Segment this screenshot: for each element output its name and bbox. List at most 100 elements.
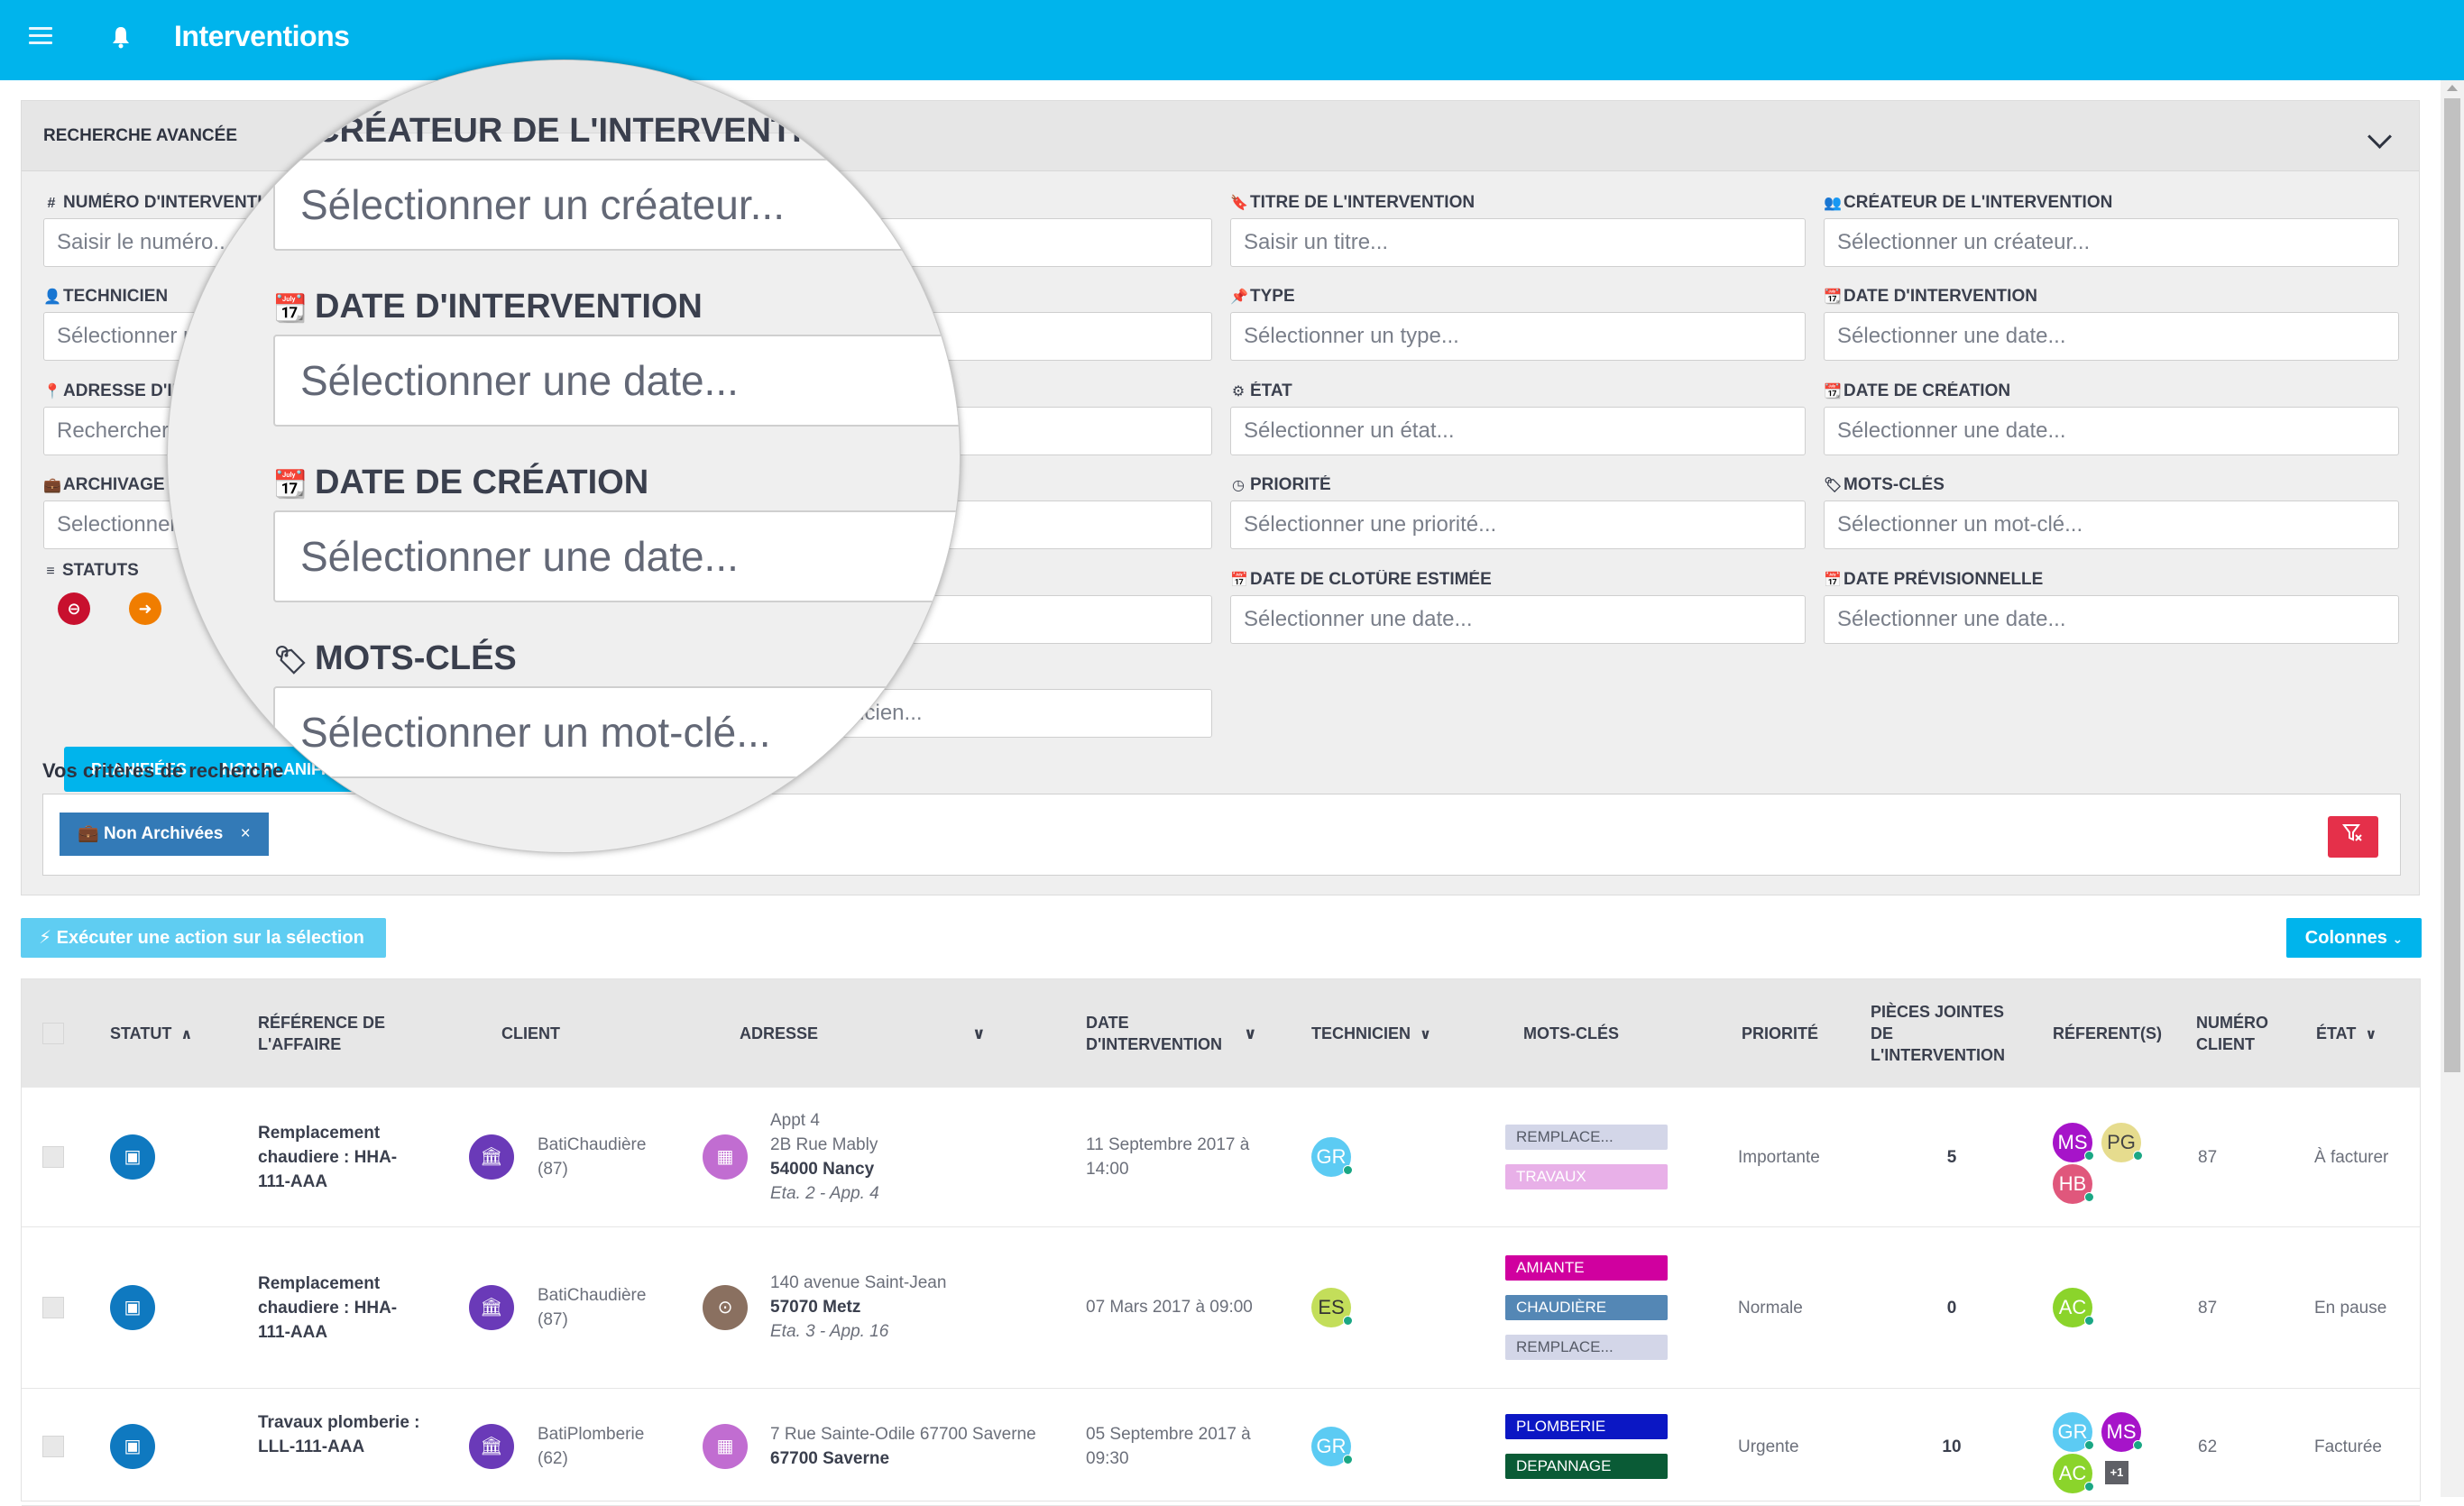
col-technicien[interactable]: TECHNICIEN ∨	[1311, 1023, 1431, 1046]
chevron-down-icon[interactable]	[2367, 124, 2392, 149]
status-in-progress-button[interactable]: ➜	[129, 592, 161, 625]
columns-button[interactable]: Colonnes ⌄	[2286, 918, 2422, 958]
createur-icon: 👥	[1824, 196, 1842, 211]
technicien-sort-icon[interactable]: ∨	[1420, 1027, 1431, 1042]
referent-avatar[interactable]: AC	[2053, 1454, 2094, 1493]
col-etat[interactable]: ÉTAT ∨	[2316, 1023, 2377, 1046]
status-blocked-button[interactable]: ⊖	[58, 592, 90, 625]
field-previsionnelle: 📅 DATE PRÉVISIONNELLE Sélectionner une da…	[1824, 570, 2399, 644]
chip-remove-icon[interactable]: ×	[241, 824, 251, 843]
bulk-action-button[interactable]: ⚡ Exécuter une action sur la sélection	[21, 918, 386, 958]
table-row[interactable]: ▣ Remplacement chaudiere : HHA-111-AAA 🏛 Ba…	[22, 1088, 2420, 1227]
field-cloture: 📅 DATE DE CLOTÛRE ESTIMÉE Sélectionner un…	[1230, 570, 1806, 644]
row-reference[interactable]: Remplacement chaudiere : HHA-111-AAA	[258, 1274, 397, 1342]
page-scrollbar[interactable]	[2441, 80, 2464, 1497]
calendar-status-icon: ▣	[110, 1134, 155, 1180]
select-all-checkbox[interactable]	[42, 1023, 64, 1044]
row-reference[interactable]: Travaux plomberie : LLL-111-AAA	[258, 1413, 420, 1456]
building-bank-icon: 🏛	[469, 1134, 514, 1180]
page-title: Interventions	[174, 20, 350, 52]
magnified-field: 🏷 MOTS-CLÉS Sélectionner un mot-clé...	[273, 638, 960, 778]
table-row[interactable]: ▣ Remplacement chaudiere : HHA-111-AAA 🏛 Ba…	[22, 1226, 2420, 1389]
col-reference[interactable]: RÉFÉRENCE DE L'AFFAIRE	[258, 1012, 393, 1055]
adresse-sort-icon[interactable]: ∨	[972, 1023, 986, 1044]
magnified-field-input[interactable]: Sélectionner un créateur...	[273, 159, 960, 251]
magnified-field-input[interactable]: Sélectionner une date...	[273, 510, 960, 602]
hamburger-icon[interactable]	[29, 27, 52, 45]
row-reference[interactable]: Remplacement chaudiere : HHA-111-AAA	[258, 1124, 397, 1191]
calendar-status-icon: ▣	[110, 1424, 155, 1469]
sort-asc-icon[interactable]: ∧	[180, 1027, 192, 1042]
priorite-input[interactable]: Sélectionner une priorité...	[1230, 500, 1806, 549]
date-intervention-input[interactable]: Sélectionner une date...	[1824, 312, 2399, 361]
col-mots-cles[interactable]: MOTS-CLÉS	[1523, 1023, 1619, 1044]
field-priorite: ◷ PRIORITÉ Sélectionner une priorité...	[1230, 475, 1806, 549]
row-client-name[interactable]: BatiPlomberie	[538, 1422, 644, 1446]
col-adresse[interactable]: ADRESSE	[740, 1023, 818, 1044]
row-state: À facturer	[2314, 1148, 2389, 1167]
row-checkbox[interactable]	[42, 1296, 64, 1318]
technicien-icon: 👤	[43, 289, 61, 305]
field-date-intervention: 📆 DATE D'INTERVENTION Sélectionner une da…	[1824, 287, 2399, 361]
date-creation-input[interactable]: Sélectionner une date...	[1824, 407, 2399, 455]
clear-filters-button[interactable]	[2328, 816, 2378, 858]
field-label: CRÉATEUR DE L'INTERVENTION	[1843, 193, 2113, 212]
referent-avatar[interactable]: GR	[2053, 1412, 2094, 1452]
row-client-name[interactable]: BatiChaudière	[538, 1133, 646, 1157]
col-referents[interactable]: RÉFERENT(S)	[2053, 1023, 2162, 1044]
etat-sort-icon[interactable]: ∨	[2365, 1027, 2377, 1042]
map-pin-icon: ⊙	[703, 1284, 748, 1330]
row-date: 05 Septembre 2017 à 09:30	[1086, 1425, 1251, 1468]
magnifier-overlay: 👥 CRÉATEUR DE L'INTERVENTION Sélectionner…	[167, 60, 961, 853]
referent-avatar[interactable]: AC	[2053, 1287, 2094, 1327]
row-attachments: 5	[1946, 1148, 1957, 1167]
col-date[interactable]: DATE D'INTERVENTION	[1086, 1012, 1230, 1055]
more-referents-badge[interactable]: +1	[2105, 1461, 2128, 1484]
row-checkbox[interactable]	[42, 1436, 64, 1457]
list-icon: ≡	[46, 564, 55, 579]
apartment-icon: ▦	[703, 1134, 748, 1180]
row-state: Facturée	[2314, 1437, 2382, 1456]
magnified-field-input[interactable]: Sélectionner une date...	[273, 335, 960, 427]
magnified-field-icon: 👥	[273, 118, 308, 148]
criteria-chip[interactable]: 💼 Non Archivées ×	[60, 813, 269, 856]
field-label: DATE DE CRÉATION	[1843, 381, 2011, 400]
row-address: 140 avenue Saint-Jean 57070 Metz Eta. 3 - …	[770, 1271, 946, 1344]
type-input[interactable]: Sélectionner un type...	[1230, 312, 1806, 361]
field-label: DATE PRÉVISIONNELLE	[1843, 570, 2044, 589]
magnified-field: 👥 CRÉATEUR DE L'INTERVENTION Sélectionner…	[273, 110, 960, 251]
bell-icon[interactable]	[112, 25, 130, 49]
referent-avatar[interactable]: MS	[2101, 1412, 2143, 1452]
etat-input[interactable]: Sélectionner un état...	[1230, 407, 1806, 455]
columns-label: Colonnes	[2304, 928, 2387, 948]
mots-cles-input[interactable]: Sélectionner un mot-clé...	[1824, 500, 2399, 549]
technician-avatar[interactable]: GR	[1311, 1427, 1353, 1466]
address-city: 54000 Nancy	[770, 1160, 875, 1179]
technician-avatar[interactable]: ES	[1311, 1287, 1353, 1327]
referent-avatar[interactable]: MS	[2053, 1123, 2094, 1162]
col-priorite[interactable]: PRIORITÉ	[1742, 1023, 1818, 1044]
table-row[interactable]: ▣ Travaux plomberie : LLL-111-AAA 🏛 BatiPlo…	[22, 1388, 2420, 1506]
createur-input[interactable]: Sélectionner un créateur...	[1824, 218, 2399, 267]
row-attachments: 10	[1942, 1437, 1962, 1456]
priorite-icon: ◷	[1232, 478, 1245, 493]
magnified-field-input[interactable]: Sélectionner un mot-clé...	[273, 686, 960, 778]
mots-cles-icon: 🏷	[1824, 478, 1843, 493]
col-pieces-jointes[interactable]: PIÈCES JOINTES DE L'INTERVENTION	[1871, 1001, 2015, 1066]
col-client[interactable]: CLIENT	[501, 1023, 560, 1044]
row-client-name[interactable]: BatiChaudière	[538, 1283, 646, 1308]
date-sort-icon[interactable]: ∨	[1244, 1023, 1257, 1044]
field-label: ARCHIVAGE	[63, 475, 165, 494]
field-label: ÉTAT	[1250, 381, 1292, 400]
previsionnelle-input[interactable]: Sélectionner une date...	[1824, 595, 2399, 644]
scrollbar-thumb[interactable]	[2444, 98, 2460, 1072]
col-numero-client[interactable]: NUMÉRO CLIENT	[2196, 1012, 2277, 1055]
referent-avatar[interactable]: HB	[2053, 1164, 2094, 1204]
technician-avatar[interactable]: GR	[1311, 1137, 1353, 1177]
cloture-input[interactable]: Sélectionner une date...	[1230, 595, 1806, 644]
referent-avatar[interactable]: PG	[2101, 1123, 2143, 1162]
titre-input[interactable]: Saisir un titre...	[1230, 218, 1806, 267]
col-statut[interactable]: STATUT ∧	[110, 1023, 192, 1046]
row-checkbox[interactable]	[42, 1146, 64, 1168]
scroll-up-icon[interactable]	[2447, 85, 2458, 91]
